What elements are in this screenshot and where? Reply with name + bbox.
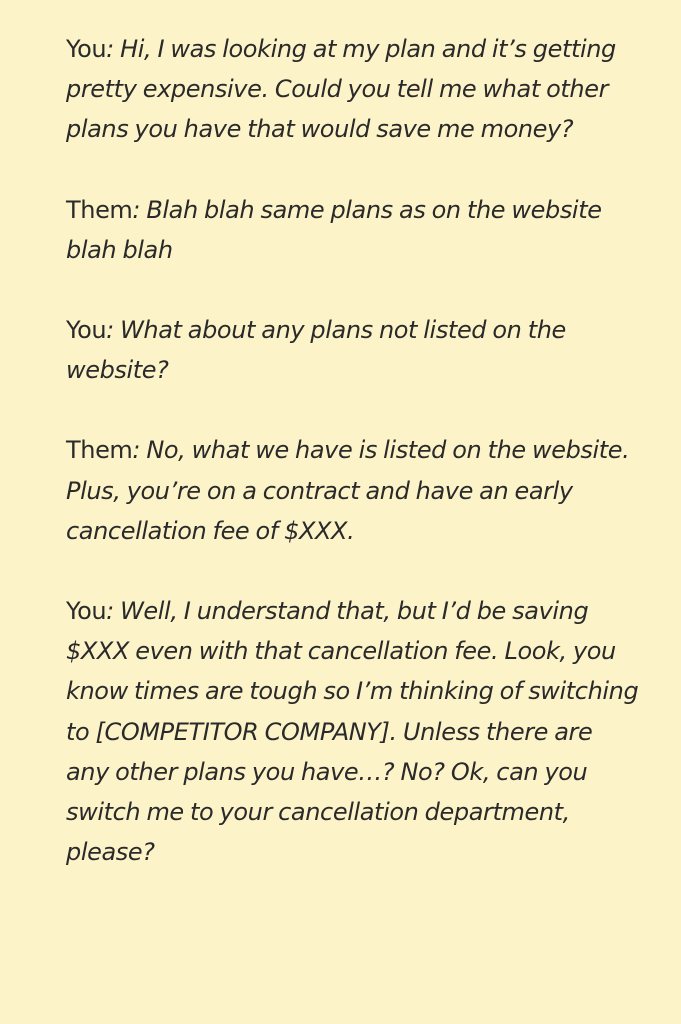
dialogue-exchange: Them: Blah blah same plans as on the web… bbox=[66, 190, 641, 270]
dialogue-text: Hi, I was looking at my plan and it’s ge… bbox=[66, 35, 616, 144]
speaker-label: You bbox=[66, 597, 107, 626]
dialogue-exchange: You: Hi, I was looking at my plan and it… bbox=[66, 29, 641, 150]
speaker-colon: : bbox=[106, 316, 121, 345]
speaker-label: You bbox=[66, 316, 107, 345]
speaker-colon: : bbox=[132, 436, 147, 465]
dialogue-document: You: Hi, I was looking at my plan and it… bbox=[0, 0, 681, 1024]
speaker-colon: : bbox=[132, 195, 147, 224]
speaker-label: Them bbox=[66, 195, 133, 224]
dialogue-text: What about any plans not listed on the w… bbox=[66, 316, 566, 385]
dialogue-text: Blah blah same plans as on the website b… bbox=[66, 195, 602, 264]
speaker-colon: : bbox=[106, 35, 121, 63]
dialogue-text: No, what we have is listed on the websit… bbox=[66, 436, 630, 545]
dialogue-exchange: You: What about any plans not listed on … bbox=[66, 310, 641, 390]
dialogue-exchange: Them: No, what we have is listed on the … bbox=[66, 430, 641, 551]
speaker-label: You bbox=[66, 35, 107, 63]
dialogue-text: Well, I understand that, but I’d be savi… bbox=[66, 597, 639, 867]
speaker-label: Them bbox=[66, 436, 133, 465]
speaker-colon: : bbox=[106, 597, 121, 626]
dialogue-exchange: You: Well, I understand that, but I’d be… bbox=[66, 591, 641, 872]
